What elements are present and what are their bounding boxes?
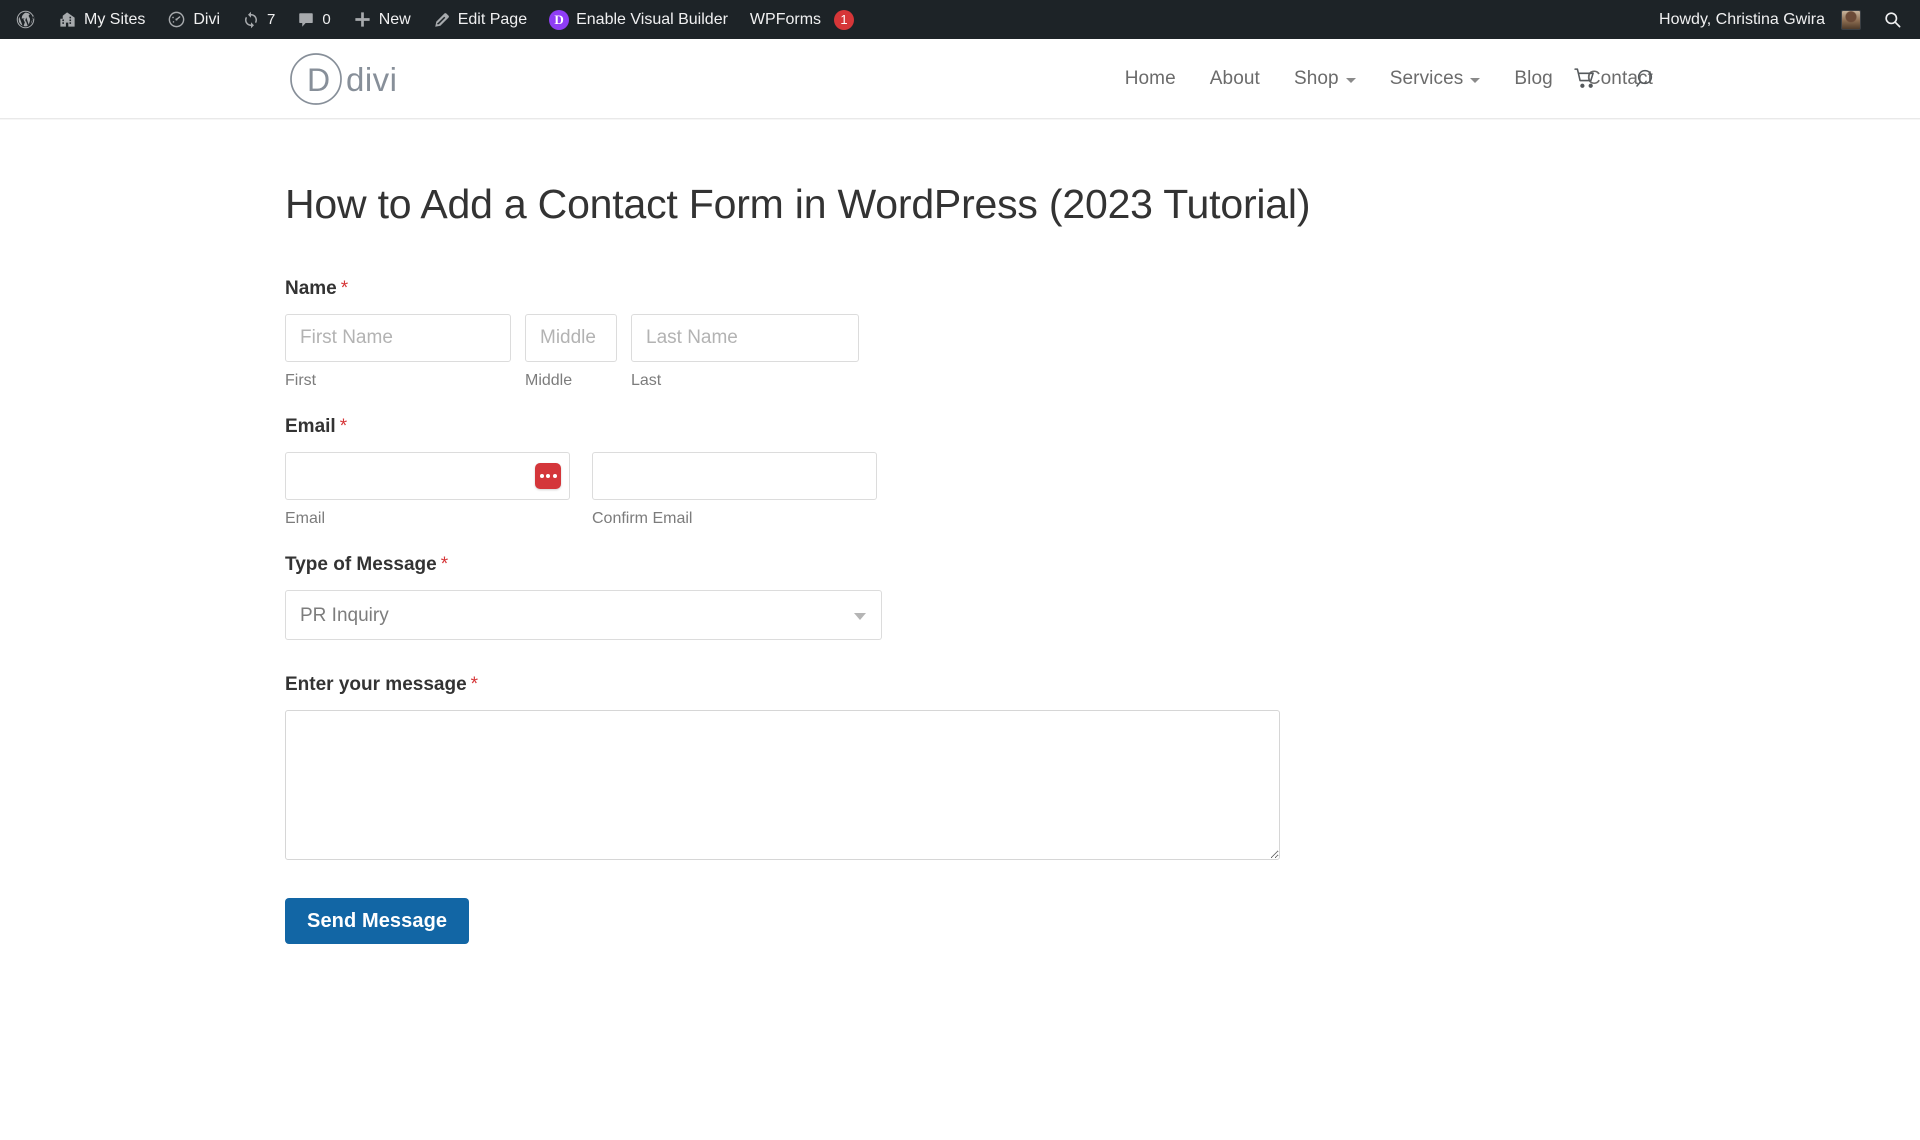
- adminbar-wpforms-label: WPForms: [749, 10, 822, 28]
- field-block-type-of-message: Type of Message * PR Inquiry: [285, 554, 1285, 641]
- message-textarea[interactable]: [285, 710, 1280, 861]
- confirm-email-sublabel: Confirm Email: [592, 510, 693, 528]
- required-asterisk: *: [339, 416, 348, 438]
- send-message-button[interactable]: Send Message: [285, 898, 470, 945]
- type-of-message-select-wrap: PR Inquiry: [285, 590, 882, 641]
- field-block-name: Name* First Middle Last: [285, 278, 1285, 390]
- nav-label: About: [1209, 67, 1260, 89]
- adminbar-edit-page[interactable]: Edit Page: [422, 0, 538, 39]
- search-icon: [1883, 10, 1902, 29]
- nav-item-shop[interactable]: Shop: [1277, 68, 1373, 90]
- type-of-message-select[interactable]: PR Inquiry: [285, 590, 882, 641]
- nav-item-about[interactable]: About: [1193, 68, 1277, 90]
- nav-label: Home: [1124, 67, 1176, 89]
- email-label-text: Email: [285, 416, 336, 438]
- buildings-icon: [58, 10, 77, 29]
- field-block-email: Email * Email Confirm Email: [285, 416, 1285, 528]
- svg-text:D: D: [307, 62, 330, 98]
- chevron-down-icon: [1470, 77, 1481, 83]
- last-name-sublabel: Last: [631, 372, 662, 390]
- adminbar-comments-count: 0: [322, 11, 331, 28]
- gauge-icon: [167, 10, 186, 29]
- confirm-email-input[interactable]: [592, 452, 877, 501]
- nav-item-home[interactable]: Home: [1108, 68, 1193, 90]
- adminbar-account[interactable]: Howdy, Christina Gwira: [1648, 0, 1872, 39]
- adminbar-howdy-label: Howdy, Christina Gwira: [1659, 10, 1825, 28]
- header-icon-group: [1573, 66, 1658, 91]
- email-column: Email: [285, 452, 570, 528]
- adminbar-enable-visual-builder[interactable]: D Enable Visual Builder: [538, 0, 739, 39]
- last-name-input[interactable]: [631, 314, 859, 363]
- type-of-message-label: Type of Message *: [285, 554, 1285, 576]
- first-name-sublabel: First: [285, 372, 317, 390]
- comment-bubble-icon: [297, 11, 315, 29]
- name-field-label: Name *: [285, 278, 1285, 300]
- contact-form: Name* First Middle Last Email*: [285, 278, 1285, 945]
- middle-name-sublabel: Middle: [525, 372, 573, 390]
- site-header: D divi Home About Shop Services Blog Con…: [0, 39, 1920, 119]
- svg-text:divi: divi: [346, 61, 398, 98]
- site-logo[interactable]: D divi: [288, 51, 412, 107]
- email-field-label: Email *: [285, 416, 1285, 438]
- wordpress-icon: [15, 9, 36, 30]
- message-label-text: Enter your message: [285, 674, 467, 696]
- avatar: [1841, 9, 1861, 30]
- confirm-email-column: Confirm Email: [592, 452, 877, 528]
- cart-icon[interactable]: [1573, 66, 1598, 91]
- required-asterisk: *: [340, 278, 349, 300]
- adminbar-divi[interactable]: Divi: [156, 0, 231, 39]
- wp-admin-bar: My Sites Divi 7 0 New Edit Page D Enable…: [0, 0, 1920, 39]
- email-inputs-row: Email Confirm Email: [285, 452, 1285, 528]
- nav-label: Services: [1389, 67, 1464, 89]
- name-inputs-row: First Middle Last: [285, 314, 1285, 390]
- first-name-column: First: [285, 314, 511, 390]
- page-content: How to Add a Contact Form in WordPress (…: [0, 119, 1920, 945]
- adminbar-updates[interactable]: 7: [231, 0, 286, 39]
- lastpass-autofill-icon[interactable]: [535, 463, 561, 490]
- adminbar-my-sites[interactable]: My Sites: [47, 0, 156, 39]
- adminbar-wordpress-logo[interactable]: [4, 0, 47, 39]
- adminbar-comments[interactable]: 0: [286, 0, 341, 39]
- adminbar-divi-label: Divi: [193, 10, 221, 28]
- first-name-input[interactable]: [285, 314, 511, 363]
- adminbar-new[interactable]: New: [342, 0, 422, 39]
- middle-name-column: Middle: [525, 314, 617, 390]
- field-block-message: Enter your message *: [285, 674, 1285, 861]
- update-icon: [242, 11, 260, 29]
- nav-item-blog[interactable]: Blog: [1497, 68, 1569, 90]
- adminbar-new-label: New: [378, 10, 411, 28]
- required-asterisk: *: [470, 674, 479, 696]
- message-field-label: Enter your message *: [285, 674, 1285, 696]
- nav-label: Blog: [1514, 67, 1553, 89]
- adminbar-search-button[interactable]: [1872, 0, 1920, 39]
- adminbar-updates-count: 7: [267, 11, 276, 28]
- adminbar-wpforms[interactable]: WPForms 1: [739, 0, 865, 39]
- plus-icon: [353, 10, 372, 29]
- chevron-down-icon: [1345, 77, 1356, 83]
- adminbar-edit-page-label: Edit Page: [457, 10, 528, 28]
- header-search-icon[interactable]: [1634, 67, 1658, 91]
- wpforms-notification-count: 1: [834, 9, 855, 30]
- page-title: How to Add a Contact Form in WordPress (…: [285, 181, 1311, 227]
- divi-circle-icon: D: [549, 9, 570, 30]
- nav-label: Shop: [1293, 67, 1339, 89]
- submit-row: Send Message: [285, 898, 1285, 945]
- name-label-text: Name: [285, 278, 337, 300]
- adminbar-my-sites-label: My Sites: [84, 10, 146, 28]
- adminbar-visual-builder-label: Enable Visual Builder: [576, 10, 728, 28]
- type-of-message-label-text: Type of Message: [285, 554, 437, 576]
- pencil-icon: [433, 11, 451, 29]
- email-input[interactable]: [285, 452, 570, 501]
- last-name-column: Last: [631, 314, 859, 390]
- email-sublabel: Email: [285, 510, 326, 528]
- nav-item-services[interactable]: Services: [1373, 68, 1498, 90]
- required-asterisk: *: [440, 554, 449, 576]
- middle-name-input[interactable]: [525, 314, 617, 363]
